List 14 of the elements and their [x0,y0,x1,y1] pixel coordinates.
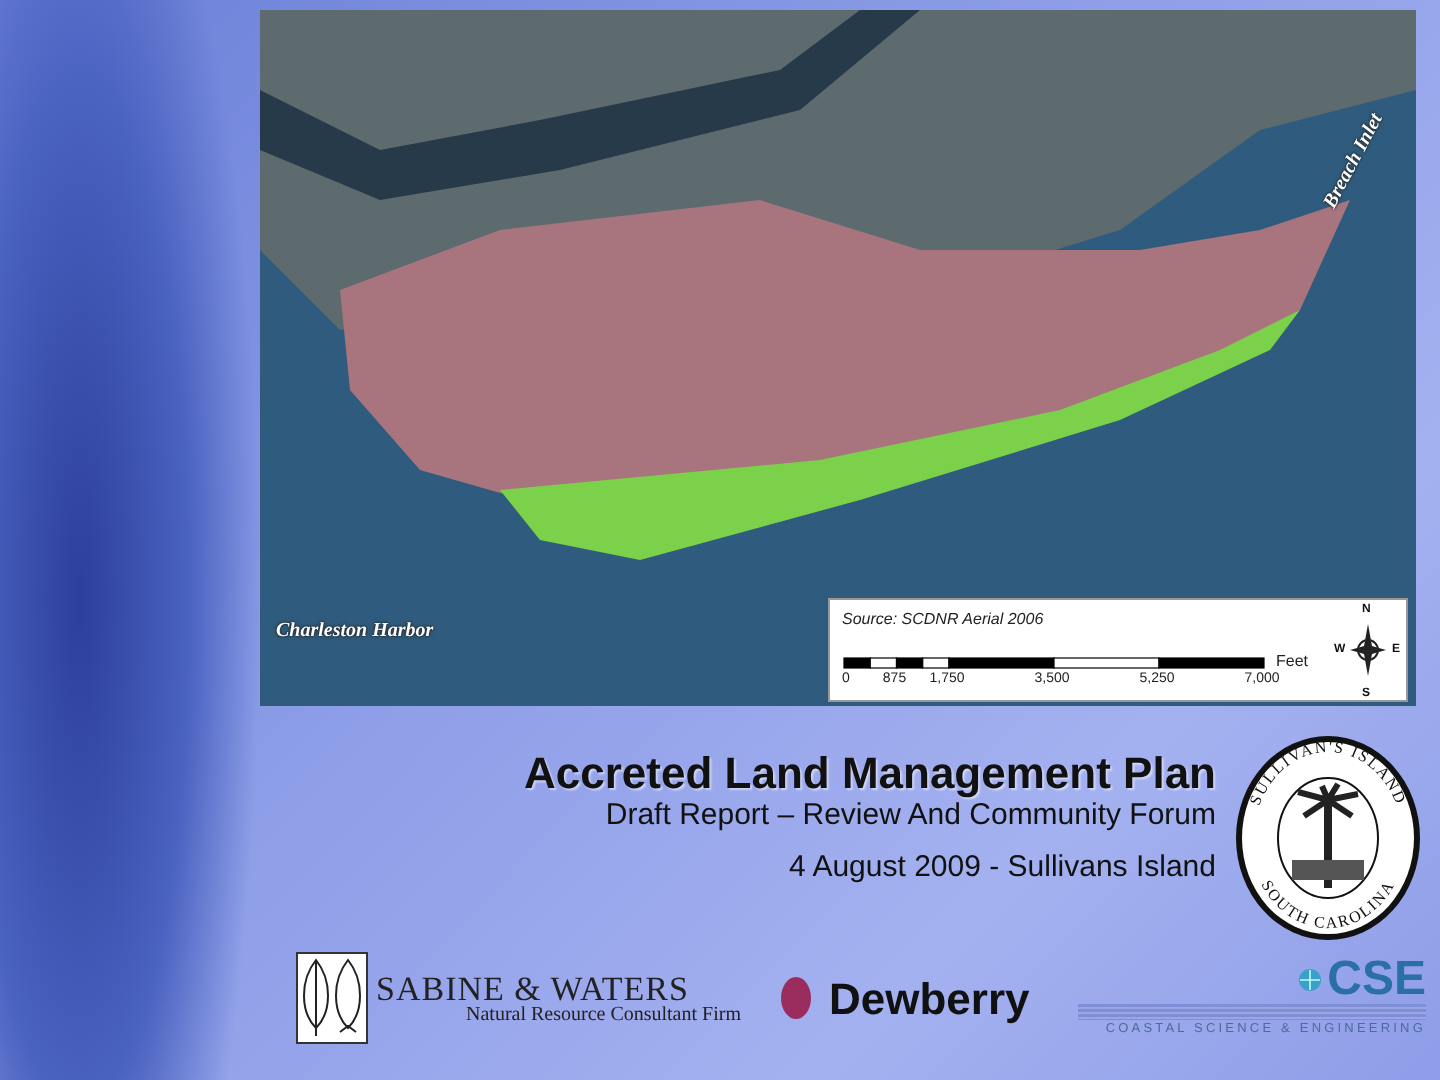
scale-unit: Feet [1276,650,1309,672]
map-label: Charleston Harbor [276,618,434,646]
globe-icon [1297,968,1322,993]
slide-title: Accreted Land Management Plan [524,748,1216,799]
source-caption: Source: SCDNR Aerial 2006 [842,608,1044,632]
company-name: SABINE & WATERS [376,971,689,1005]
leaf-fish-icon [296,952,368,1044]
company-tagline: Natural Resource Consultant Firm [466,1005,741,1025]
date-line: 4 August 2009 - Sullivans Island [787,848,1216,889]
company-name: CSE [1327,956,1426,1005]
company-name: Dewberry [828,971,1030,1028]
berry-icon [780,976,813,1020]
slide-subtitle: Draft Report – Review And Community Forum [603,798,1216,837]
compass-rose-icon [1348,622,1388,678]
